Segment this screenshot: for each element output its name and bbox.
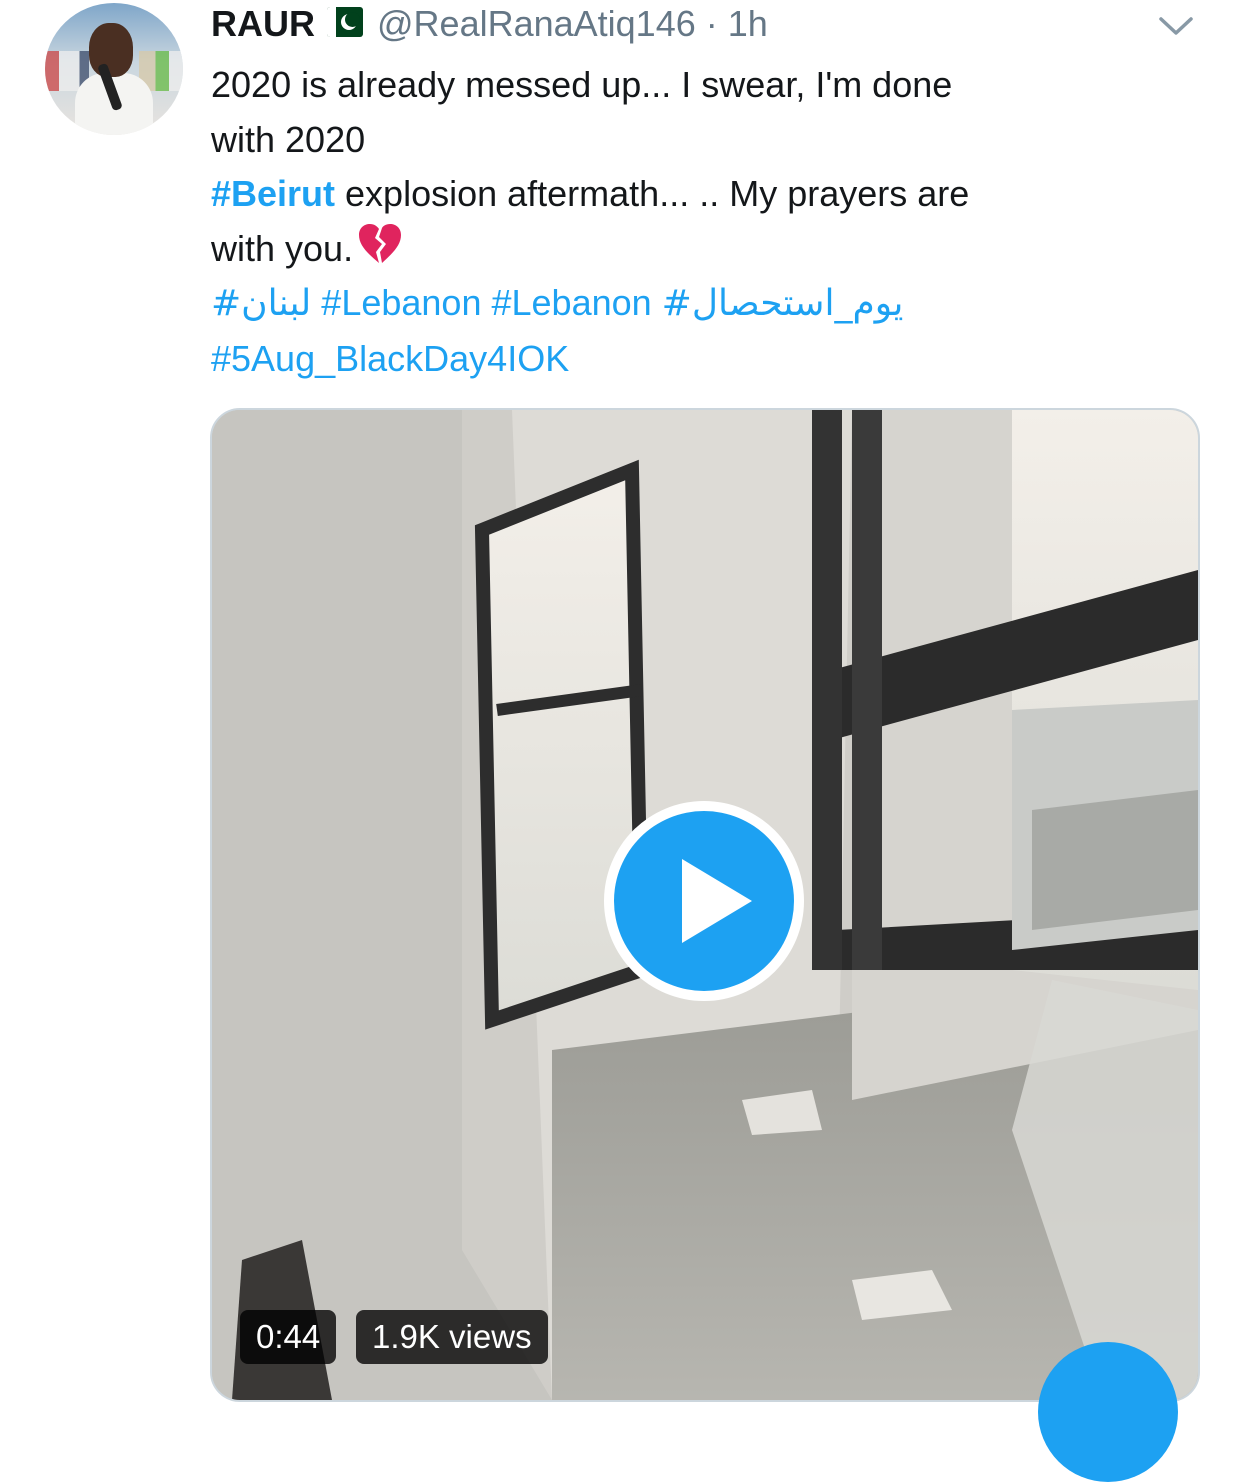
hashtag-lebanon[interactable]: #Lebanon (321, 282, 481, 323)
tweet-text-span: explosion aftermath... .. My prayers are (335, 173, 970, 214)
tweet-line: with 2020 (211, 118, 366, 160)
video-views-count: 1.9K views (356, 1310, 548, 1364)
broken-heart-icon (359, 223, 402, 263)
tweet-text-span: with you. (211, 227, 354, 269)
chevron-down-icon[interactable] (1158, 10, 1194, 40)
hashtag-lebanon[interactable]: #Lebanon (491, 282, 651, 323)
tweet-line: 2020 is already messed up... I swear, I'… (211, 64, 953, 105)
hashtag-5aug-blackday[interactable]: #5Aug_BlackDay4IOK (211, 338, 569, 379)
play-icon-circle (614, 811, 794, 991)
tweet-header: RAUR @RealRanaAtiq146 · 1h (211, 2, 768, 46)
hashtag-youm-e-istehsal[interactable]: #یوم_استحصال (662, 283, 904, 324)
hashtag-line: #5Aug_BlackDay4IOK (211, 332, 1171, 387)
video-duration: 0:44 (240, 1310, 337, 1364)
hashtag-beirut[interactable]: #Beirut (211, 173, 335, 214)
author-handle[interactable]: @RealRanaAtiq146 (377, 3, 696, 45)
hashtag-line: #لبنان #Lebanon #Lebanon #یوم_استحصال (211, 276, 1171, 332)
avatar[interactable] (45, 3, 183, 135)
avatar-head (89, 23, 133, 77)
timestamp[interactable]: 1h (728, 3, 768, 45)
play-button[interactable] (604, 801, 804, 1001)
play-icon (682, 859, 752, 943)
hashtag-lebanon-urdu[interactable]: #لبنان (211, 283, 311, 324)
pakistan-flag-icon (327, 7, 363, 37)
tweet-line: #Beirut explosion aftermath... .. My pra… (211, 167, 1171, 222)
video-player[interactable]: 0:44 1.9K views (210, 408, 1200, 1402)
tweet-text: 2020 is already messed up... I swear, I'… (211, 58, 1171, 386)
author-name[interactable]: RAUR (211, 3, 315, 45)
compose-tweet-button[interactable] (1038, 1342, 1178, 1482)
separator-dot: · (705, 3, 718, 44)
tweet-line: with you. (211, 222, 1171, 277)
